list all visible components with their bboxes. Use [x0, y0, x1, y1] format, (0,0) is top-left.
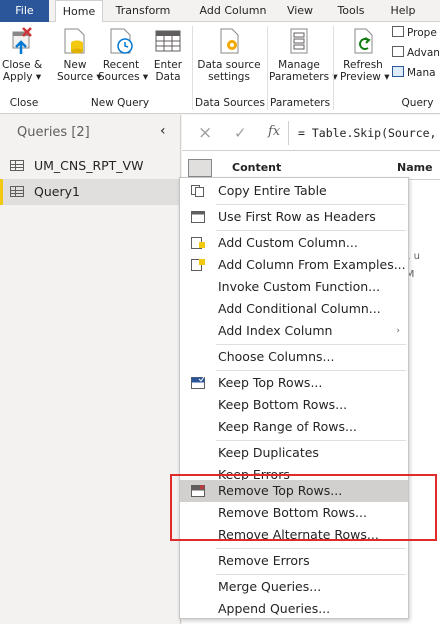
column-from-examples-icon — [191, 259, 205, 271]
group-label-new-query: New Query — [90, 97, 150, 109]
properties-button[interactable]: Prope — [392, 24, 437, 42]
advanced-editor-icon — [392, 46, 404, 57]
queries-pane-title: Queries [2] — [17, 125, 90, 140]
formula-input[interactable]: = Table.Skip(Source, — [298, 126, 436, 140]
manage-button[interactable]: Mana — [392, 64, 436, 82]
ribbon-home: Close & Apply ▾ New Source ▾ Recent Sour… — [0, 22, 440, 114]
highlight-box — [170, 474, 437, 541]
table-context-menu: Copy Entire Table Use First Row as Heade… — [179, 177, 409, 619]
group-label-data-sources: Data Sources — [195, 97, 265, 109]
refresh-preview-button[interactable]: Refresh Preview ▾ — [340, 26, 389, 83]
group-separator — [267, 26, 268, 110]
menu-item-add-column-from-examples[interactable]: Add Column From Examples... — [180, 254, 408, 276]
ribbon-tabbar: File Home Transform Add Column View Tool… — [0, 0, 440, 23]
group-label-query: Query — [401, 97, 434, 109]
fx-icon[interactable]: fx — [268, 124, 280, 139]
tab-tools[interactable]: Tools — [331, 0, 371, 22]
recent-sources-button[interactable]: Recent Sources ▾ — [98, 26, 148, 83]
menu-item-keep-duplicates[interactable]: Keep Duplicates — [180, 442, 408, 464]
table-menu-button[interactable] — [188, 159, 212, 177]
menu-item-remove-errors[interactable]: Remove Errors — [180, 550, 408, 572]
close-apply-button[interactable]: Close & Apply ▾ — [2, 26, 42, 83]
enter-data-button[interactable]: Enter Data — [152, 26, 184, 83]
chevron-right-icon: › — [396, 326, 400, 336]
menu-item-add-index-column[interactable]: Add Index Column › — [180, 320, 408, 342]
menu-item-keep-bottom-rows[interactable]: Keep Bottom Rows... — [180, 394, 408, 416]
parameters-icon — [290, 28, 308, 54]
query-item-query1[interactable]: Query1 — [0, 179, 181, 205]
group-label-close: Close — [9, 97, 39, 109]
menu-item-add-custom-column[interactable]: Add Custom Column... — [180, 232, 408, 254]
cancel-icon[interactable]: × — [198, 123, 212, 143]
settings-gear-icon — [220, 28, 239, 54]
tab-transform[interactable]: Transform — [108, 0, 178, 22]
chevron-left-icon[interactable]: ‹ — [160, 123, 166, 139]
new-source-icon — [64, 28, 85, 54]
new-source-button[interactable]: New Source ▾ — [57, 26, 102, 83]
column-header-content[interactable]: Content — [232, 161, 281, 174]
group-separator — [333, 26, 334, 110]
menu-item-invoke-custom-function[interactable]: Invoke Custom Function... — [180, 276, 408, 298]
table-icon — [155, 30, 181, 52]
properties-icon — [392, 26, 404, 37]
tab-view[interactable]: View — [280, 0, 320, 22]
menu-item-use-first-row-as-headers[interactable]: Use First Row as Headers — [180, 206, 408, 228]
copy-icon — [191, 185, 204, 197]
tab-home[interactable]: Home — [55, 0, 103, 23]
menu-item-keep-top-rows[interactable]: Keep Top Rows... — [180, 372, 408, 394]
group-label-parameters: Parameters — [270, 97, 331, 109]
menu-item-merge-queries[interactable]: Merge Queries... — [180, 576, 408, 598]
menu-item-add-conditional-column[interactable]: Add Conditional Column... — [180, 298, 408, 320]
menu-item-keep-range-of-rows[interactable]: Keep Range of Rows... — [180, 416, 408, 438]
data-source-settings-button[interactable]: Data source settings — [197, 26, 261, 83]
keep-rows-icon — [191, 377, 205, 389]
recent-sources-icon — [110, 28, 133, 54]
manage-parameters-button[interactable]: Manage Parameters ▾ — [269, 26, 338, 83]
menu-item-append-queries[interactable]: Append Queries... — [180, 598, 408, 620]
close-apply-icon — [12, 27, 32, 54]
group-separator — [192, 26, 193, 110]
tab-add-column[interactable]: Add Column — [194, 0, 272, 22]
formula-bar: × ✓ fx = Table.Skip(Source, — [182, 115, 440, 151]
table-icon — [10, 160, 24, 171]
manage-icon — [392, 66, 404, 77]
menu-item-copy-entire-table[interactable]: Copy Entire Table — [180, 180, 408, 202]
menu-item-choose-columns[interactable]: Choose Columns... — [180, 346, 408, 368]
tab-help[interactable]: Help — [385, 0, 421, 22]
queries-pane: Queries [2] ‹ UM_CNS_RPT_VW Query1 — [0, 115, 181, 624]
check-icon[interactable]: ✓ — [234, 124, 247, 142]
advanced-editor-button[interactable]: Advan — [392, 44, 440, 62]
custom-column-icon — [191, 237, 205, 249]
refresh-icon — [354, 28, 373, 54]
query-item-um-cns-rpt-vw[interactable]: UM_CNS_RPT_VW — [0, 153, 181, 179]
table-header-icon — [191, 211, 205, 223]
column-header-name[interactable]: Name — [397, 161, 433, 174]
tab-file[interactable]: File — [0, 0, 49, 22]
table-icon — [10, 186, 24, 197]
formula-divider — [288, 121, 289, 145]
